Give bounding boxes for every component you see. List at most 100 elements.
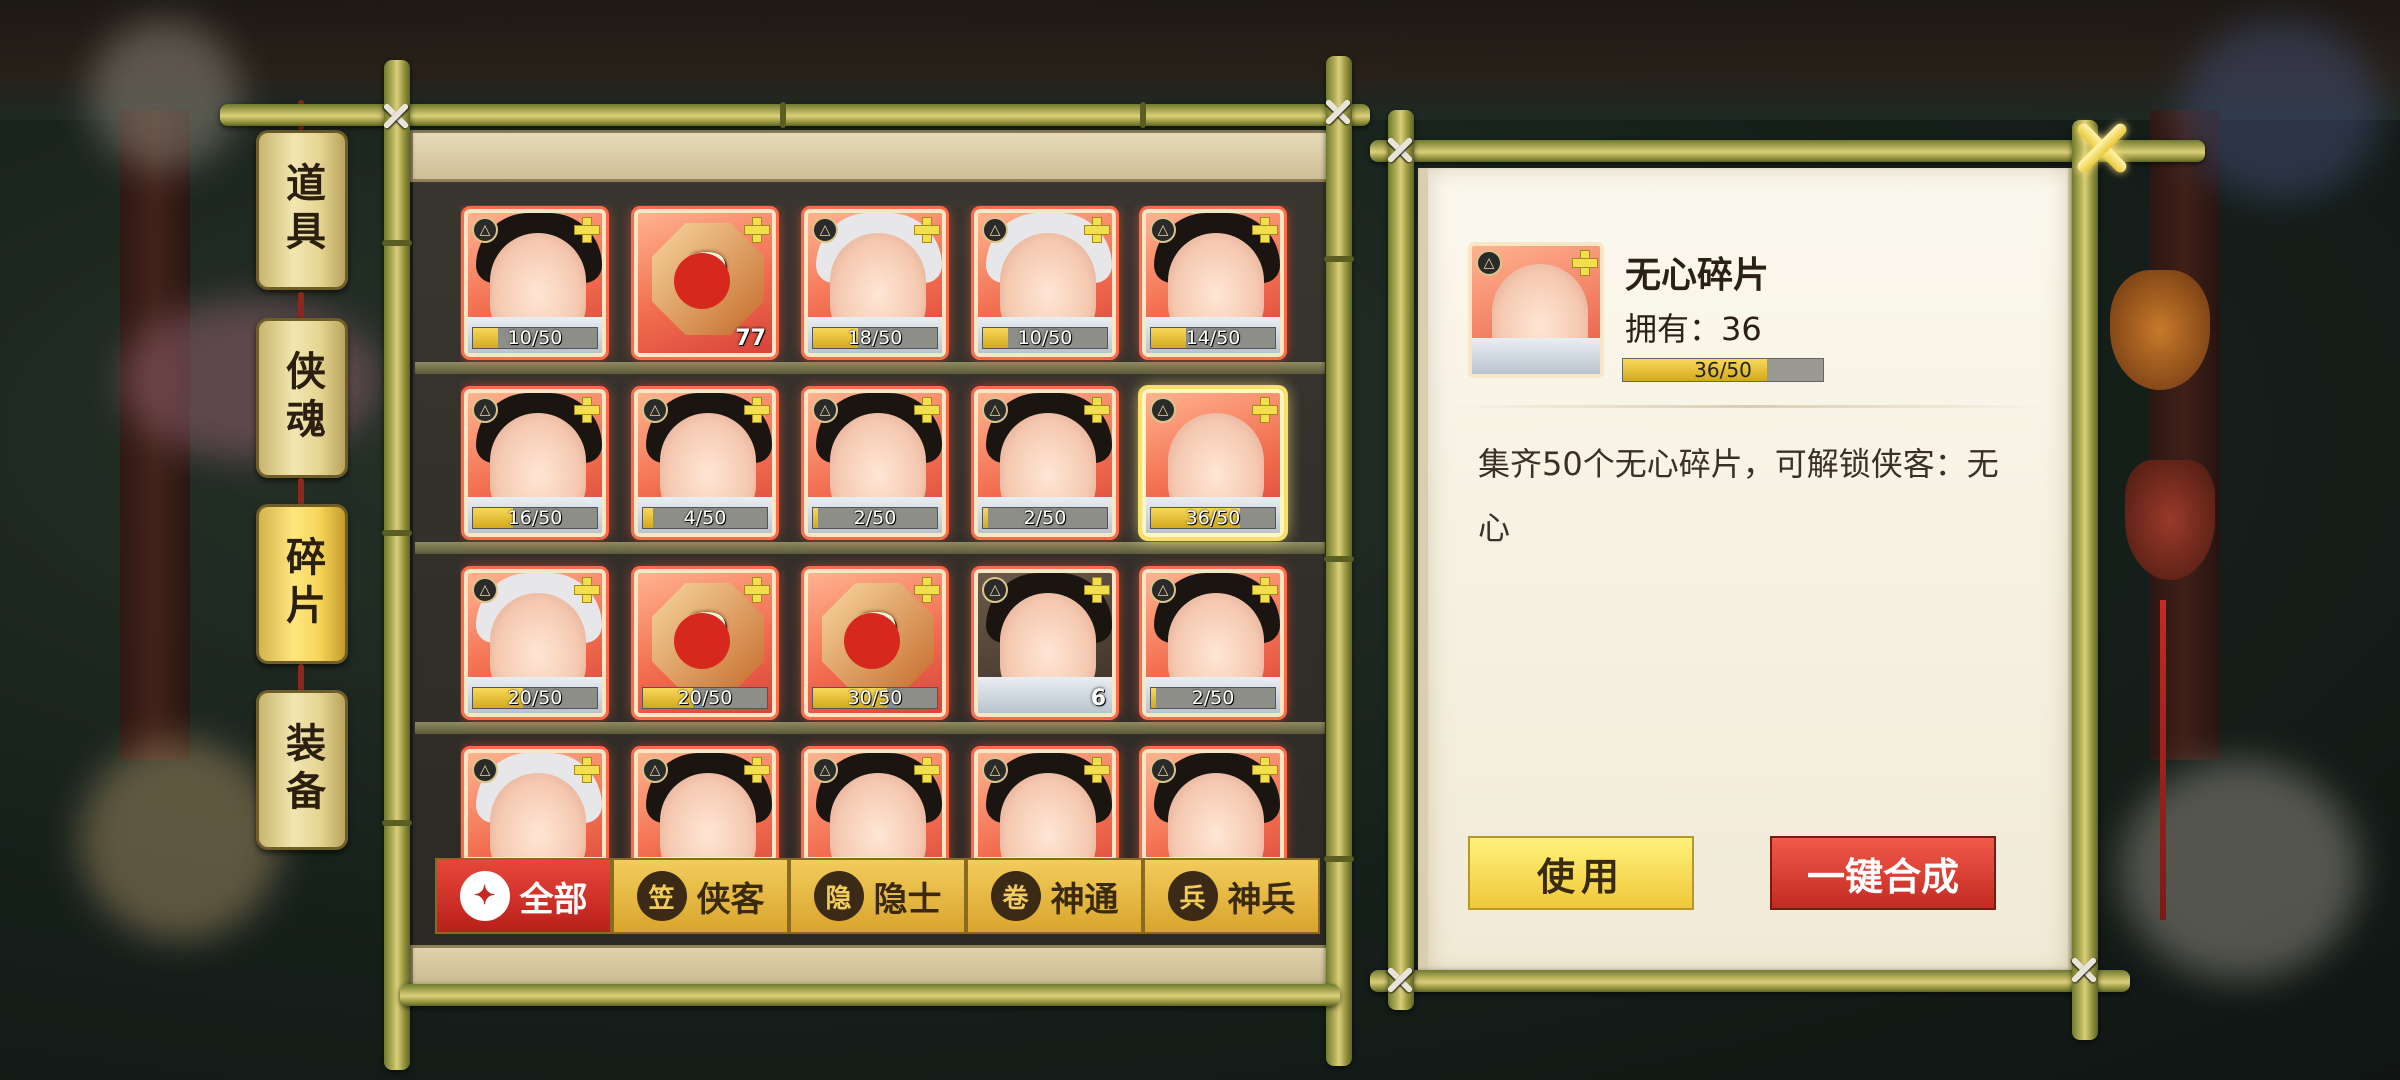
rank-icon: △ bbox=[642, 397, 668, 423]
hero-fragment-card[interactable]: △ 4/50 bbox=[634, 389, 776, 537]
hero-fragment-card[interactable]: △ 2/50 bbox=[1142, 569, 1284, 717]
hero-fragment-card[interactable]: △ 16/50 bbox=[464, 389, 606, 537]
mystery-fragment-card[interactable]: ? 20/50 bbox=[634, 569, 776, 717]
bamboo-scroll-left bbox=[1388, 110, 1414, 1010]
rope-tie bbox=[2064, 950, 2104, 990]
bamboo-bottom-rail bbox=[400, 984, 1340, 1006]
filter-heroes-button[interactable]: 笠侠客 bbox=[612, 858, 789, 934]
fragment-progress-text: 2/50 bbox=[1191, 687, 1235, 709]
rank-icon: △ bbox=[472, 577, 498, 603]
plus-icon bbox=[742, 395, 770, 423]
hero-fragment-card[interactable]: △ 10/50 bbox=[464, 209, 606, 357]
filter-weapons-icon: 兵 bbox=[1167, 871, 1218, 921]
fragment-progress-text: 20/50 bbox=[677, 687, 733, 709]
mystery-fragment-card[interactable]: ? 30/50 bbox=[804, 569, 946, 717]
fragment-grid[interactable]: △ 10/50 ? 77 △ 18/50 △ 10/50 △ 14/50 △ 16/50 △ 4/50 △ 2… bbox=[460, 205, 1300, 925]
tab-fragments-label: 碎片 bbox=[279, 536, 326, 632]
fragment-progress-bar: 2/50 bbox=[812, 507, 938, 529]
gourd-charm-icon bbox=[2110, 270, 2210, 390]
bamboo-scroll-right bbox=[2072, 120, 2098, 1040]
rank-icon: △ bbox=[472, 217, 498, 243]
fragment-count: 77 bbox=[735, 326, 766, 351]
inventory-top-plank bbox=[410, 130, 1330, 182]
filter-all-button[interactable]: ✦ 全部 bbox=[435, 858, 612, 934]
fragment-progress-bar: 16/50 bbox=[472, 507, 598, 529]
filter-hermits-button[interactable]: 隐隐士 bbox=[789, 858, 966, 934]
plus-icon bbox=[1250, 755, 1278, 783]
tab-items[interactable]: 道具 bbox=[256, 130, 348, 290]
tab-items-label: 道具 bbox=[279, 162, 326, 258]
plus-icon bbox=[1082, 755, 1110, 783]
fragment-progress-text: 10/50 bbox=[507, 327, 563, 349]
one-click-merge-button[interactable]: 一键合成 bbox=[1770, 836, 1996, 910]
rank-icon: △ bbox=[982, 757, 1008, 783]
plus-icon bbox=[742, 575, 770, 603]
hero-fragment-card[interactable]: △ 10/50 bbox=[974, 209, 1116, 357]
mystery-fragment-card[interactable]: ? 77 bbox=[634, 209, 776, 357]
rank-icon: △ bbox=[1476, 250, 1502, 276]
rope-tie bbox=[376, 96, 416, 136]
tab-hero-souls-label: 侠魂 bbox=[279, 350, 326, 446]
rank-icon: △ bbox=[1150, 397, 1176, 423]
filter-skills-button[interactable]: 卷神通 bbox=[966, 858, 1143, 934]
tab-equipment[interactable]: 装备 bbox=[256, 690, 348, 850]
rank-icon: △ bbox=[982, 397, 1008, 423]
rank-icon: △ bbox=[812, 217, 838, 243]
filter-skills-label: 神通 bbox=[1050, 879, 1119, 920]
plus-icon bbox=[912, 575, 940, 603]
rank-icon: △ bbox=[1150, 217, 1176, 243]
fragment-progress-text: 18/50 bbox=[847, 327, 903, 349]
hero-fragment-card[interactable]: △ 20/50 bbox=[464, 569, 606, 717]
fragment-progress-bar: 2/50 bbox=[1150, 687, 1276, 709]
hero-fragment-card[interactable]: △ 2/50 bbox=[974, 389, 1116, 537]
rank-icon: △ bbox=[982, 577, 1008, 603]
hero-fragment-card[interactable]: △ 14/50 bbox=[1142, 209, 1284, 357]
plus-icon bbox=[572, 215, 600, 243]
tassel-icon bbox=[2160, 600, 2166, 920]
plus-icon bbox=[1250, 395, 1278, 423]
fragment-progress-text: 20/50 bbox=[507, 687, 563, 709]
rank-icon: △ bbox=[982, 217, 1008, 243]
close-icon[interactable] bbox=[2066, 112, 2138, 184]
hero-fragment-card[interactable]: △ 18/50 bbox=[804, 209, 946, 357]
detail-title: 无心碎片 bbox=[1625, 255, 1770, 296]
plus-icon bbox=[912, 215, 940, 243]
fragment-progress-bar: 18/50 bbox=[812, 327, 938, 349]
fragment-progress-bar: 30/50 bbox=[812, 687, 938, 709]
detail-progress-bar: 36/50 bbox=[1622, 358, 1824, 382]
rank-icon: △ bbox=[472, 757, 498, 783]
fragment-progress-bar: 14/50 bbox=[1150, 327, 1276, 349]
hero-fragment-card[interactable]: △ 6 bbox=[974, 569, 1116, 717]
fragment-progress-bar: 2/50 bbox=[982, 507, 1108, 529]
detail-description: 集齐50个无心碎片，可解锁侠客：无心 bbox=[1478, 445, 1999, 547]
rank-icon: △ bbox=[812, 757, 838, 783]
filter-all-label: 全部 bbox=[519, 879, 588, 920]
tab-equipment-label: 装备 bbox=[279, 722, 326, 818]
rank-icon: △ bbox=[642, 757, 668, 783]
plus-icon bbox=[1250, 575, 1278, 603]
fragment-progress-bar: 10/50 bbox=[472, 327, 598, 349]
filter-weapons-button[interactable]: 兵神兵 bbox=[1143, 858, 1320, 934]
fragment-progress-bar: 20/50 bbox=[642, 687, 768, 709]
plus-icon bbox=[1570, 248, 1598, 276]
use-button[interactable]: 使用 bbox=[1468, 836, 1694, 910]
plus-icon bbox=[1250, 215, 1278, 243]
fragment-count: 6 bbox=[1090, 686, 1106, 711]
filter-all-icon: ✦ bbox=[459, 871, 510, 921]
hero-fragment-card[interactable]: △ 36/50 bbox=[1142, 389, 1284, 537]
plus-icon bbox=[572, 755, 600, 783]
tab-fragments[interactable]: 碎片 bbox=[256, 504, 348, 664]
fragment-progress-text: 2/50 bbox=[853, 507, 897, 529]
bamboo-scroll-bottom bbox=[1370, 970, 2130, 992]
rope-tie bbox=[1380, 960, 1420, 1000]
tab-hero-souls[interactable]: 侠魂 bbox=[256, 318, 348, 478]
rank-icon: △ bbox=[1150, 757, 1176, 783]
rank-icon: △ bbox=[812, 397, 838, 423]
hero-fragment-card[interactable]: △ 2/50 bbox=[804, 389, 946, 537]
fragment-progress-text: 4/50 bbox=[683, 507, 727, 529]
fragment-progress-text: 36/50 bbox=[1185, 507, 1241, 529]
filter-heroes-icon: 笠 bbox=[636, 871, 687, 921]
bamboo-right-post bbox=[1324, 56, 1354, 1066]
plus-icon bbox=[912, 755, 940, 783]
plus-icon bbox=[1082, 215, 1110, 243]
